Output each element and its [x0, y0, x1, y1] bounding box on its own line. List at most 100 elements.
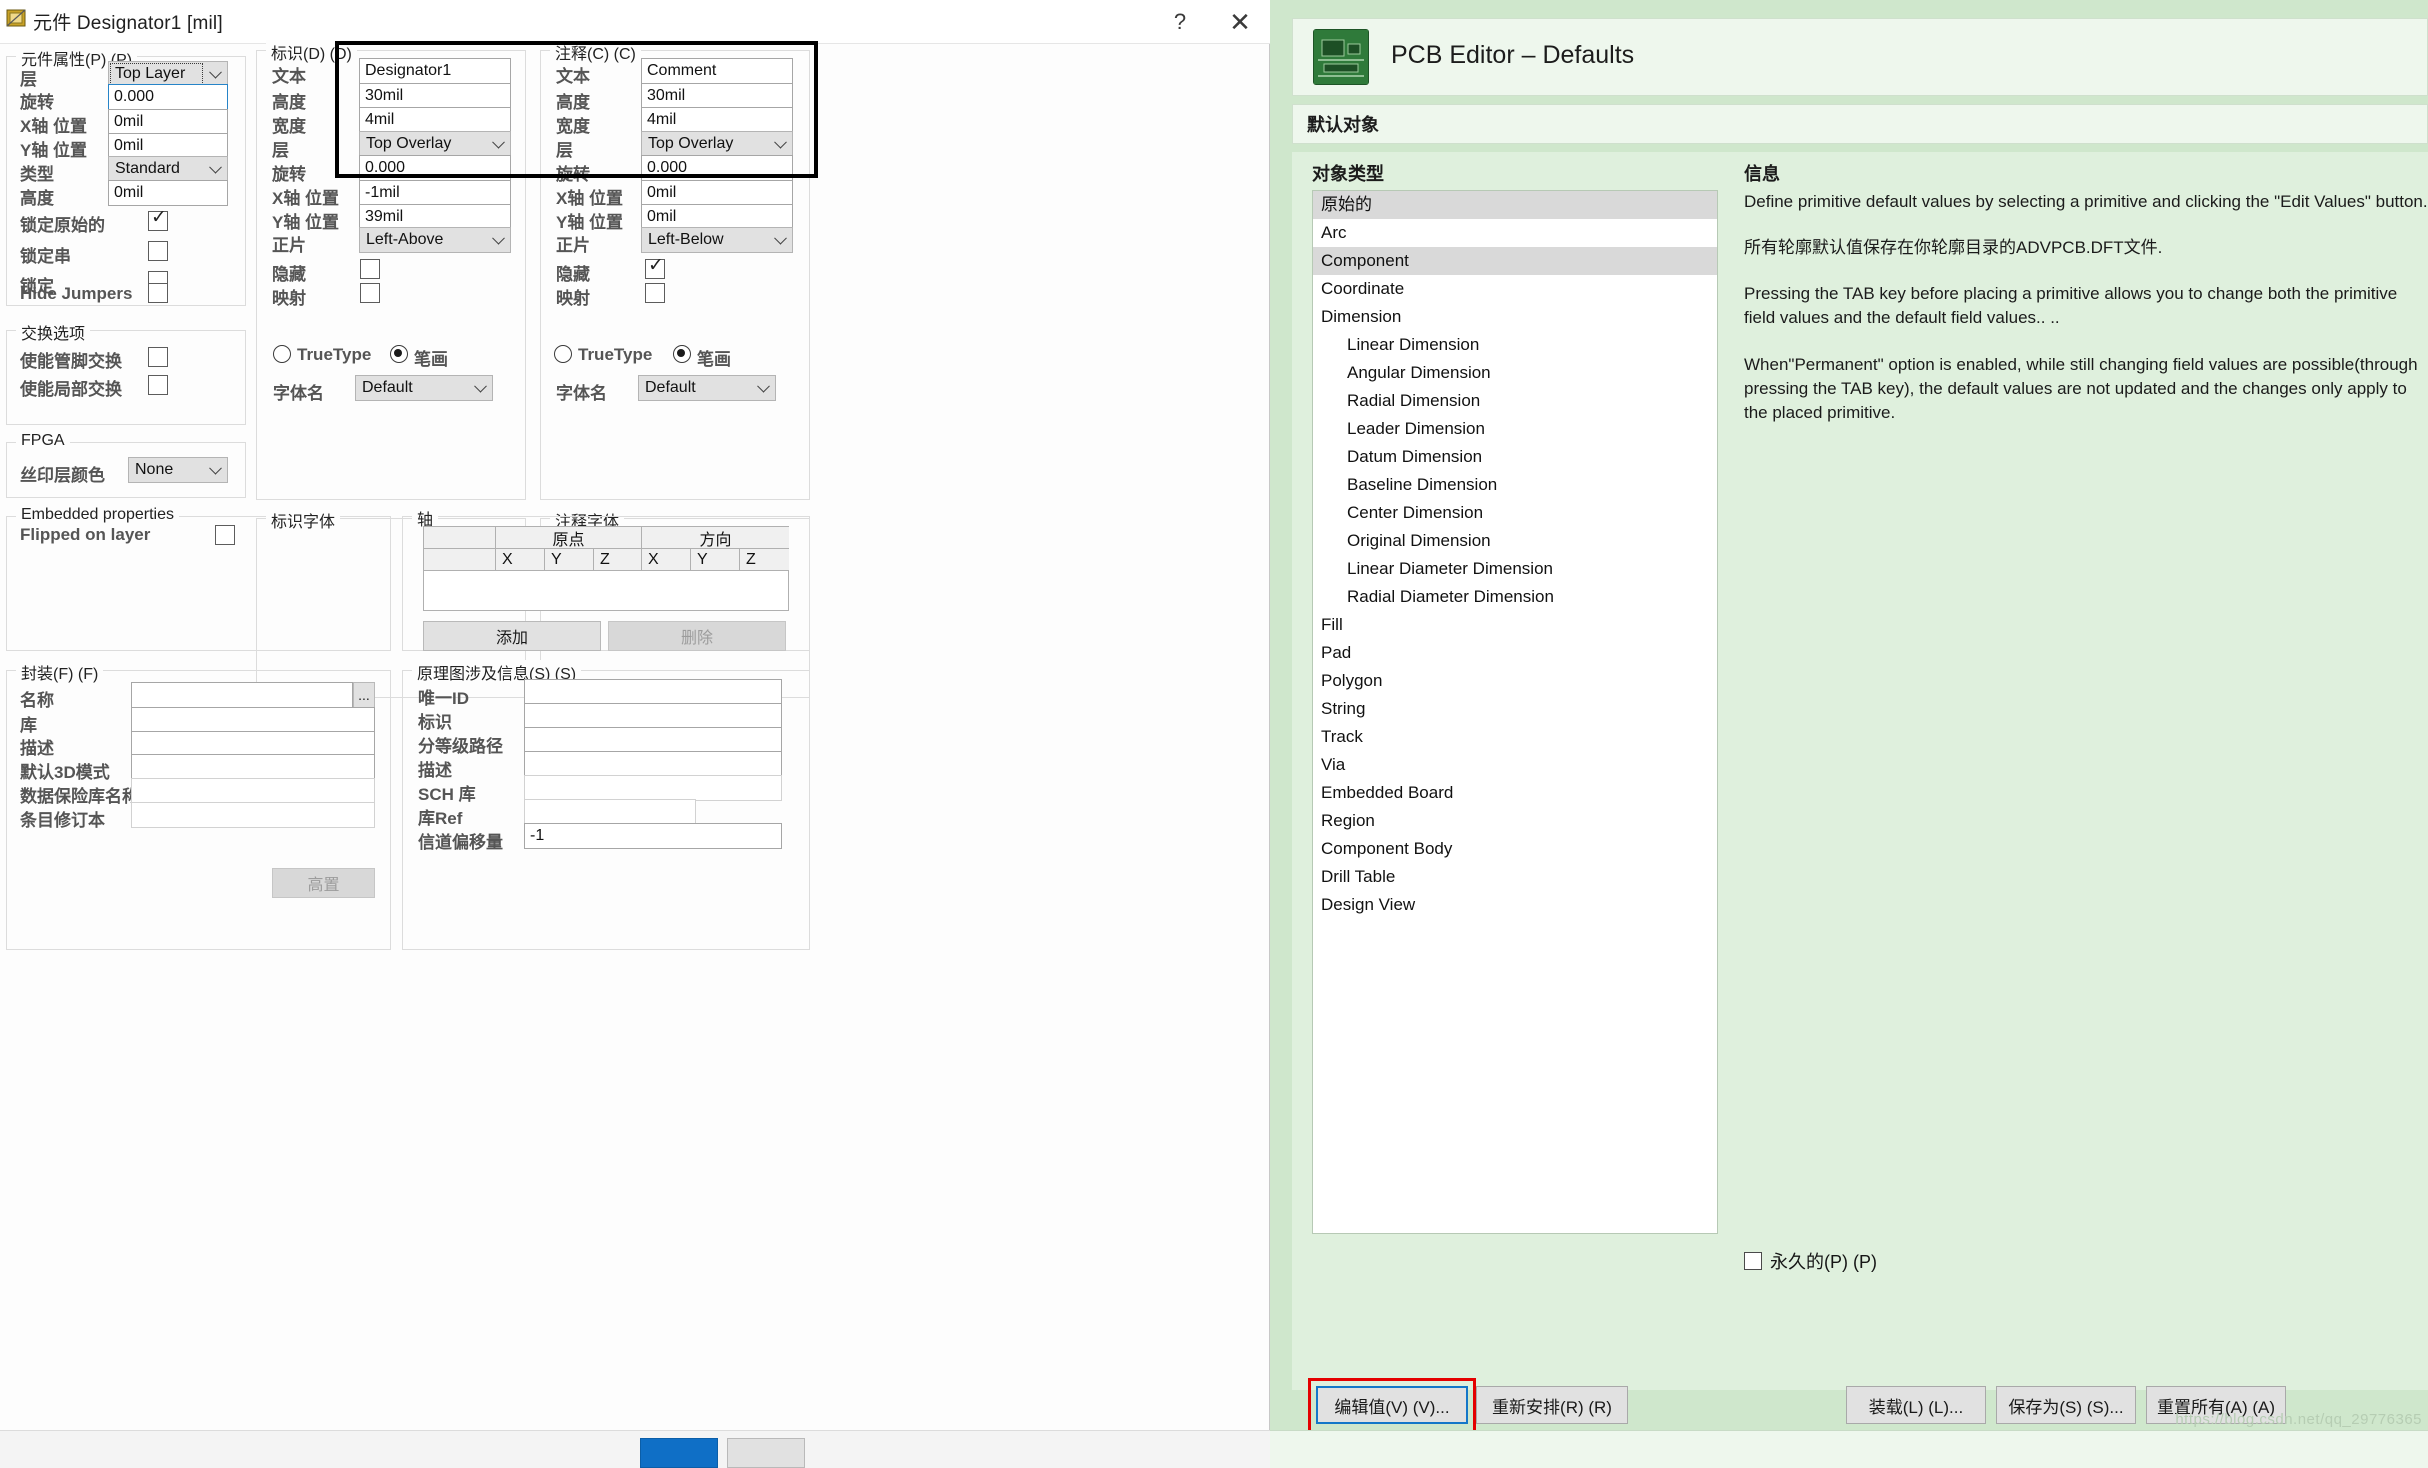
object-type-item[interactable]: Leader Dimension: [1313, 415, 1717, 443]
comment-justification-combo[interactable]: Left-Below: [641, 227, 793, 253]
designator-mirror-checkbox[interactable]: [360, 283, 380, 303]
object-type-item[interactable]: Coordinate: [1313, 275, 1717, 303]
x-position-input[interactable]: 0mil: [108, 109, 228, 135]
type-combo[interactable]: Standard: [108, 156, 228, 182]
designator-x-input[interactable]: -1mil: [359, 180, 511, 206]
fp-action-button[interactable]: 高置: [272, 868, 375, 898]
lib-ref-input: [524, 799, 696, 825]
object-types-list[interactable]: 原始的 Arc Component Coordinate Dimension Linear…: [1312, 190, 1718, 1234]
object-type-item[interactable]: Linear Diameter Dimension: [1313, 555, 1717, 583]
object-type-item[interactable]: Component Body: [1313, 835, 1717, 863]
comment-mirror-checkbox[interactable]: [645, 283, 665, 303]
save-as-button[interactable]: 保存为(S) (S)...: [1996, 1386, 2136, 1424]
designator-rotation-input[interactable]: 0.000: [359, 155, 511, 181]
permanent-option-row[interactable]: 永久的(P) (P): [1744, 1248, 1877, 1274]
label-comment-truetype: TrueType: [578, 345, 653, 364]
designator-stroke-radio[interactable]: [390, 345, 408, 363]
unique-id-input[interactable]: [524, 679, 782, 705]
designator-text-input[interactable]: Designator1: [359, 58, 511, 84]
object-type-item[interactable]: Arc: [1313, 219, 1717, 247]
object-type-item[interactable]: Datum Dimension: [1313, 443, 1717, 471]
enable-pin-swap-checkbox[interactable]: [148, 347, 168, 367]
object-type-item[interactable]: Design View: [1313, 891, 1717, 919]
object-type-item[interactable]: Pad: [1313, 639, 1717, 667]
comment-rotation-input[interactable]: 0.000: [641, 155, 793, 181]
fp-name-input[interactable]: [131, 682, 353, 708]
label-type: 类型: [20, 165, 54, 184]
designator-font-name-value: Default: [362, 379, 413, 396]
object-type-item[interactable]: Center Dimension: [1313, 499, 1717, 527]
silkscreen-color-combo[interactable]: None: [128, 457, 228, 483]
designator-layer-combo[interactable]: Top Overlay: [359, 131, 511, 157]
label-comment-height: 高度: [556, 93, 590, 112]
edit-values-button[interactable]: 编辑值(V) (V)...: [1316, 1386, 1468, 1424]
designator-justification-combo[interactable]: Left-Above: [359, 227, 511, 253]
object-type-item[interactable]: Angular Dimension: [1313, 359, 1717, 387]
axis-subheader-origin-y: Y: [545, 549, 594, 571]
object-type-item[interactable]: Drill Table: [1313, 863, 1717, 891]
sch-designator-input[interactable]: [524, 703, 782, 729]
permanent-checkbox[interactable]: [1744, 1252, 1762, 1270]
comment-truetype-radio[interactable]: [554, 345, 572, 363]
object-type-item[interactable]: Embedded Board: [1313, 779, 1717, 807]
comment-stroke-radio[interactable]: [673, 345, 691, 363]
object-type-item[interactable]: Track: [1313, 723, 1717, 751]
object-type-item[interactable]: Region: [1313, 807, 1717, 835]
rearrange-button[interactable]: 重新安排(R) (R): [1476, 1386, 1628, 1424]
comment-height-input[interactable]: 30mil: [641, 83, 793, 109]
fp-default-3d-mode-input[interactable]: [131, 754, 375, 780]
chevron-down-icon: [209, 65, 222, 79]
object-type-item[interactable]: Polygon: [1313, 667, 1717, 695]
label-lock-primitives: 锁定原始的: [20, 216, 105, 235]
comment-font-name-combo[interactable]: Default: [638, 375, 776, 401]
hide-jumpers-checkbox[interactable]: [148, 283, 168, 303]
object-type-item[interactable]: Dimension: [1313, 303, 1717, 331]
object-type-item[interactable]: Original Dimension: [1313, 527, 1717, 555]
lock-primitives-checkbox[interactable]: [148, 207, 168, 231]
designator-height-input[interactable]: 30mil: [359, 83, 511, 109]
channel-offset-input[interactable]: -1: [524, 823, 782, 849]
object-type-item[interactable]: Radial Dimension: [1313, 387, 1717, 415]
comment-hide-checkbox[interactable]: [645, 255, 665, 279]
label-fp-name: 名称: [20, 691, 54, 710]
object-type-item[interactable]: Baseline Dimension: [1313, 471, 1717, 499]
object-type-item[interactable]: String: [1313, 695, 1717, 723]
label-comment-text: 文本: [556, 67, 590, 86]
load-button[interactable]: 装载(L) (L)...: [1846, 1386, 1986, 1424]
hierarchy-path-input[interactable]: [524, 727, 782, 753]
comment-x-input[interactable]: 0mil: [641, 180, 793, 206]
cancel-button[interactable]: [727, 1438, 805, 1468]
designator-font-name-combo[interactable]: Default: [355, 375, 493, 401]
comment-text-input[interactable]: Comment: [641, 58, 793, 84]
designator-hide-checkbox[interactable]: [360, 259, 380, 279]
designator-width-input[interactable]: 4mil: [359, 107, 511, 133]
object-type-item[interactable]: Component: [1313, 247, 1717, 275]
comment-width-input[interactable]: 4mil: [641, 107, 793, 133]
flipped-on-layer-checkbox[interactable]: [215, 525, 235, 545]
ok-button[interactable]: [640, 1438, 718, 1468]
label-fp-vault: 数据保险库名称: [20, 787, 139, 806]
object-type-item[interactable]: 原始的: [1313, 191, 1717, 219]
component-height-input[interactable]: 0mil: [108, 180, 228, 206]
rotation-input[interactable]: 0.000: [108, 84, 228, 110]
object-type-item[interactable]: Via: [1313, 751, 1717, 779]
comment-layer-combo[interactable]: Top Overlay: [641, 131, 793, 157]
enable-part-swap-checkbox[interactable]: [148, 375, 168, 395]
label-comment-just: 正片: [556, 236, 590, 255]
object-type-item[interactable]: Linear Dimension: [1313, 331, 1717, 359]
help-button[interactable]: ?: [1150, 0, 1210, 44]
fp-library-input[interactable]: [131, 707, 375, 733]
chevron-down-icon: [774, 135, 787, 149]
object-type-item[interactable]: Fill: [1313, 611, 1717, 639]
fp-name-browse-button[interactable]: ...: [353, 682, 375, 708]
designator-truetype-radio[interactable]: [273, 345, 291, 363]
sch-description-input[interactable]: [524, 751, 782, 777]
lock-strings-checkbox[interactable]: [148, 241, 168, 261]
label-desig-width: 宽度: [272, 117, 306, 136]
close-button[interactable]: ✕: [1210, 0, 1270, 44]
designator-font-legend: 标识字体: [266, 508, 341, 532]
axis-add-button[interactable]: 添加: [423, 621, 601, 651]
axis-delete-button[interactable]: 删除: [608, 621, 786, 651]
object-type-item[interactable]: Radial Diameter Dimension: [1313, 583, 1717, 611]
label-rotation: 旋转: [20, 93, 54, 112]
